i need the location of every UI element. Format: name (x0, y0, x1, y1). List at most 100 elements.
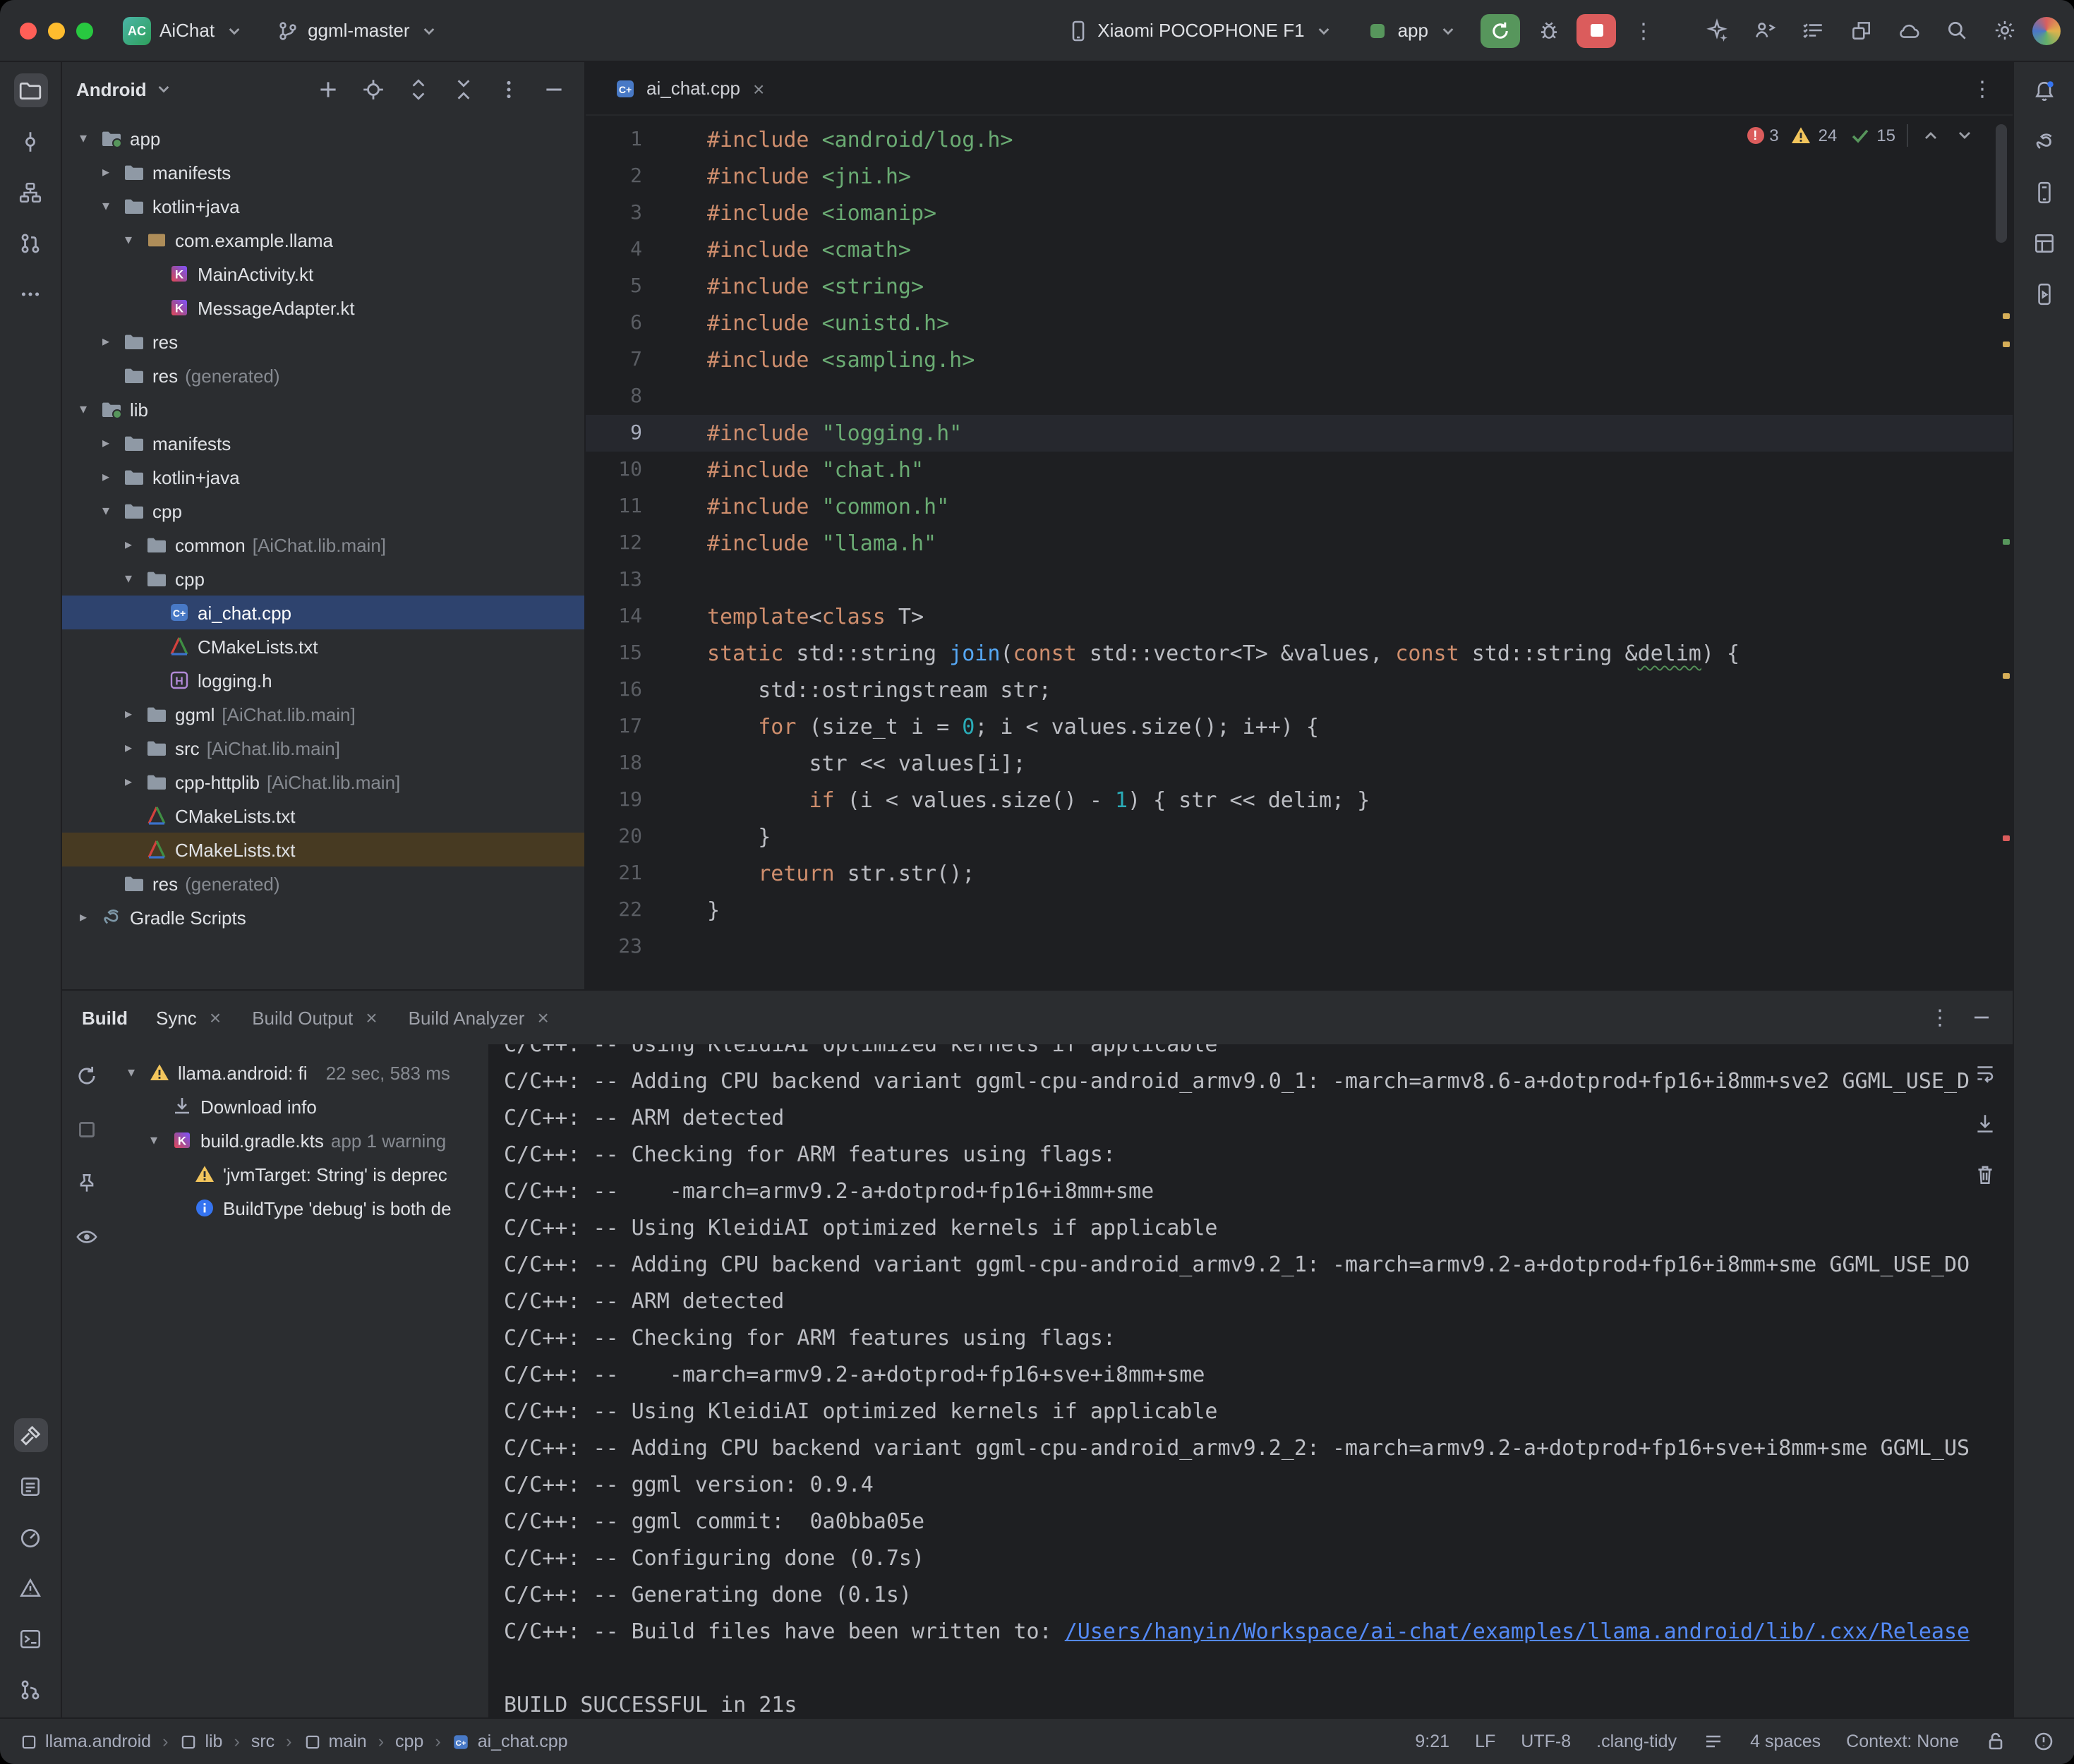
build-options-icon[interactable]: ⋮ (1924, 1005, 1956, 1030)
code-line-7[interactable]: 7#include <sampling.h> (586, 342, 2013, 378)
tree-item-buildtype-debug-is-both-de[interactable]: BuildType 'debug' is both de (110, 1191, 488, 1225)
breadcrumb-item-llama-android[interactable]: llama.android (20, 1732, 151, 1751)
tree-item-cpp-httplib[interactable]: ▸cpp-httplib [AiChat.lib.main] (62, 765, 584, 799)
project-folder-icon[interactable] (13, 73, 47, 107)
tree-item-kotlin-java[interactable]: ▸kotlin+java (62, 460, 584, 494)
close-tab-icon[interactable]: × (207, 1006, 224, 1029)
notifications-status-icon[interactable] (2032, 1730, 2055, 1753)
tree-item-cmakelists-txt[interactable]: CMakeLists.txt (62, 799, 584, 833)
terminal-icon[interactable] (13, 1621, 47, 1655)
editor-scrollbar-thumb[interactable] (1996, 124, 2007, 243)
breadcrumb-item-src[interactable]: src (251, 1732, 275, 1751)
code-with-me-icon[interactable] (1747, 13, 1781, 47)
device-explorer-icon[interactable] (2027, 175, 2061, 209)
tree-item-messageadapter-kt[interactable]: KMessageAdapter.kt (62, 291, 584, 325)
close-tab-icon[interactable]: × (363, 1006, 380, 1029)
build-tab-sync[interactable]: Sync× (156, 1006, 224, 1029)
tree-item-res[interactable]: ▸res (62, 325, 584, 358)
notifications-icon[interactable] (2027, 73, 2061, 107)
minimize-window-button[interactable] (48, 22, 65, 39)
file-encoding[interactable]: UTF-8 (1521, 1732, 1571, 1751)
tree-item-manifests[interactable]: ▸manifests (62, 155, 584, 189)
code-line-10[interactable]: 10#include "chat.h" (586, 452, 2013, 488)
profiler-icon[interactable] (13, 1520, 47, 1554)
chevron-right-icon[interactable]: ▸ (73, 910, 93, 925)
tree-item-download-info[interactable]: Download info (110, 1089, 488, 1123)
running-devices-icon[interactable] (2027, 277, 2061, 310)
code-line-21[interactable]: 21 return str.str(); (586, 855, 2013, 892)
code-line-11[interactable]: 11#include "common.h" (586, 488, 2013, 525)
tree-item-cmakelists-txt[interactable]: CMakeLists.txt (62, 833, 584, 866)
version-control-icon[interactable] (13, 1672, 47, 1706)
tree-item-common[interactable]: ▸common [AiChat.lib.main] (62, 528, 584, 562)
stripe-warning-mark[interactable] (2003, 313, 2010, 319)
zoom-window-button[interactable] (76, 22, 93, 39)
soft-wrap-icon[interactable] (1967, 1056, 2001, 1089)
build-tab-build-analyzer[interactable]: Build Analyzer× (409, 1006, 552, 1029)
stripe-ok-mark[interactable] (2003, 539, 2010, 545)
tree-item-cpp[interactable]: ▾cpp (62, 494, 584, 528)
build-output-path-link[interactable]: /Users/hanyin/Workspace/ai-chat/examples… (1065, 1619, 1970, 1644)
expand-all-icon[interactable] (401, 72, 435, 106)
close-tab-icon[interactable]: × (534, 1006, 551, 1029)
code-line-19[interactable]: 19 if (i < values.size() - 1) { str << d… (586, 782, 2013, 818)
commit-icon[interactable] (13, 124, 47, 158)
code-line-14[interactable]: 14template<class T> (586, 598, 2013, 635)
build-tab-build-output[interactable]: Build Output× (252, 1006, 380, 1029)
indent-style[interactable]: 4 spaces (1750, 1732, 1821, 1751)
chevron-down-icon[interactable]: ▾ (119, 232, 138, 248)
stripe-warning-mark[interactable] (2003, 342, 2010, 347)
code-line-13[interactable]: 13 (586, 562, 2013, 598)
chevron-right-icon[interactable]: ▸ (119, 774, 138, 790)
build-icon[interactable] (13, 1418, 47, 1452)
lock-icon[interactable] (1984, 1730, 2007, 1753)
chevron-right-icon[interactable]: ▸ (96, 164, 116, 180)
code-line-18[interactable]: 18 str << values[i]; (586, 745, 2013, 782)
tree-item-mainactivity-kt[interactable]: KMainActivity.kt (62, 257, 584, 291)
tree-item-ggml[interactable]: ▸ggml [AiChat.lib.main] (62, 697, 584, 731)
inspections-widget[interactable]: ! 3 24 15 (1747, 124, 1976, 147)
editor-tab-options-icon[interactable]: ⋮ (1966, 75, 1998, 101)
code-line-6[interactable]: 6#include <unistd.h> (586, 305, 2013, 342)
run-button[interactable] (1481, 13, 1520, 47)
error-count[interactable]: ! 3 (1747, 126, 1778, 145)
refresh-icon[interactable] (69, 1058, 103, 1092)
previous-problem-icon[interactable] (1919, 124, 1942, 147)
collapse-all-icon[interactable] (446, 72, 480, 106)
project-selector[interactable]: AC AiChat (113, 12, 255, 49)
chevron-down-icon[interactable]: ▾ (96, 198, 116, 214)
build-window-title[interactable]: Build (82, 1007, 128, 1028)
chevron-down-icon[interactable]: ▾ (119, 571, 138, 586)
tree-item-manifests[interactable]: ▸manifests (62, 426, 584, 460)
chevron-right-icon[interactable]: ▸ (119, 537, 138, 552)
code-line-20[interactable]: 20 } (586, 818, 2013, 855)
line-separator[interactable]: LF (1475, 1732, 1495, 1751)
filter-eye-icon[interactable] (69, 1219, 103, 1253)
todo-list-icon[interactable] (1795, 13, 1829, 47)
chevron-right-icon[interactable]: ▸ (119, 706, 138, 722)
stripe-warning-mark[interactable] (2003, 673, 2010, 679)
breadcrumb-item-ai-chat-cpp[interactable]: C+ai_chat.cpp (452, 1732, 568, 1751)
debug-button[interactable] (1531, 13, 1565, 47)
tree-item-cpp[interactable]: ▾cpp (62, 562, 584, 596)
code-editor[interactable]: 1#include <android/log.h>2#include <jni.… (586, 116, 2013, 989)
tree-item-src[interactable]: ▸src [AiChat.lib.main] (62, 731, 584, 765)
clang-tidy-status[interactable]: .clang-tidy (1596, 1732, 1677, 1751)
tree-item-jvmtarget-string-is-deprec[interactable]: 'jvmTarget: String' is deprec (110, 1157, 488, 1191)
project-view-selector[interactable]: Android (76, 78, 147, 99)
structure-icon[interactable] (13, 175, 47, 209)
code-line-3[interactable]: 3#include <iomanip> (586, 195, 2013, 231)
code-line-15[interactable]: 15static std::string join(const std::vec… (586, 635, 2013, 672)
stop-button[interactable] (1576, 13, 1616, 47)
code-line-8[interactable]: 8 (586, 378, 2013, 415)
gradle-tool-icon[interactable] (2027, 124, 2061, 158)
locate-icon[interactable] (356, 72, 390, 106)
chevron-down-icon[interactable]: ▾ (73, 131, 93, 146)
tree-item-gradle-scripts[interactable]: ▸Gradle Scripts (62, 900, 584, 934)
code-line-22[interactable]: 22} (586, 892, 2013, 929)
chevron-right-icon[interactable]: ▸ (96, 435, 116, 451)
problems-icon[interactable] (13, 1571, 47, 1605)
code-line-5[interactable]: 5#include <string> (586, 268, 2013, 305)
user-avatar[interactable] (2032, 16, 2061, 44)
logcat-icon[interactable] (13, 1469, 47, 1503)
